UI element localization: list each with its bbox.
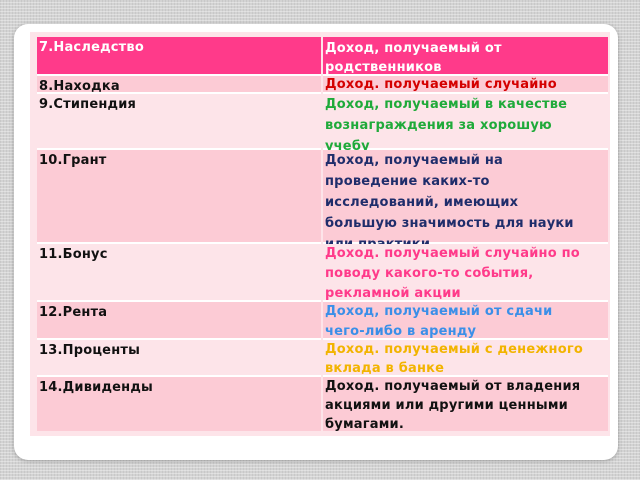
definition-line: Доход, получаемый от bbox=[325, 41, 502, 56]
term-cell: 11.Бонус bbox=[37, 244, 321, 302]
definition-cell: Доход, получаемый на проведение каких-то и… bbox=[323, 150, 608, 252]
definition-cell: Доход, получаемый от родственников bbox=[323, 37, 608, 76]
term-cell: 9.Стипендия bbox=[37, 94, 321, 150]
definition-line: акциями или другими ценными bbox=[325, 398, 568, 413]
definition-cell: Доход. получаемый от владения акциями или… bbox=[323, 377, 608, 432]
definition-line: бумагами. bbox=[325, 417, 404, 432]
definitions-column: Доход, получаемый от родственников Доход.… bbox=[323, 37, 608, 432]
definition-cell: Доход. получаемый случайно bbox=[323, 76, 608, 94]
definition-line: рекламной акции bbox=[325, 286, 461, 301]
definition-line: вознаграждения за хорошую bbox=[325, 118, 552, 133]
definition-line: Доход, получаемый в качестве bbox=[325, 97, 568, 112]
term-label: 13.Проценты bbox=[39, 343, 141, 358]
definition-line: родственников bbox=[325, 60, 442, 75]
term-cell: 14.Дивиденды bbox=[37, 377, 321, 431]
definition-line: вклада в банке bbox=[325, 361, 445, 376]
term-cell: 10.Грант bbox=[37, 150, 321, 244]
definition-line: Доход. получаемый от владения bbox=[325, 379, 581, 394]
definition-line: Доход, получаемый на bbox=[325, 153, 503, 168]
term-label: 9.Стипендия bbox=[39, 97, 137, 112]
term-label: 10.Грант bbox=[39, 153, 107, 168]
definition-line: Доход. получаемый случайно по bbox=[325, 246, 580, 261]
definition-cell: Доход, получаемый от сдачи чего-либо в ар… bbox=[323, 302, 608, 340]
definition-line: большую значимость для науки bbox=[325, 216, 574, 231]
definition-line: чего-либо в аренду bbox=[325, 324, 477, 339]
term-cell: 13.Проценты bbox=[37, 340, 321, 377]
definition-line: поводу какого-то события, bbox=[325, 266, 534, 281]
terms-column: 7.Наследство 8.Находка 9.Стипендия 10.Гр… bbox=[37, 37, 321, 431]
term-label: 11.Бонус bbox=[39, 247, 108, 262]
term-label: 8.Находка bbox=[39, 79, 120, 94]
definition-cell: Доход. получаемый с денежного вклада в ба… bbox=[323, 340, 608, 377]
definition-cell: Доход. получаемый случайно по поводу како… bbox=[323, 244, 608, 302]
term-label: 7.Наследство bbox=[39, 40, 144, 55]
definition-line: проведение каких-то bbox=[325, 174, 490, 189]
definition-line: Доход. получаемый с денежного bbox=[325, 342, 583, 357]
terms-table: 7.Наследство 8.Находка 9.Стипендия 10.Гр… bbox=[37, 37, 608, 432]
term-label: 14.Дивиденды bbox=[39, 380, 154, 395]
definition-line: Доход. получаемый случайно bbox=[325, 77, 557, 92]
term-cell: 7.Наследство bbox=[37, 37, 321, 76]
term-label: 12.Рента bbox=[39, 305, 108, 320]
definition-cell: Доход, получаемый в качестве вознагражден… bbox=[323, 94, 608, 154]
definition-line: Доход, получаемый от сдачи bbox=[325, 304, 553, 319]
term-cell: 8.Находка bbox=[37, 76, 321, 94]
term-cell: 12.Рента bbox=[37, 302, 321, 340]
definition-line: исследований, имеющих bbox=[325, 195, 519, 210]
